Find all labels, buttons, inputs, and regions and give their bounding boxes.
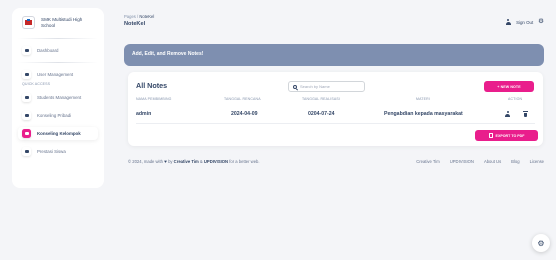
sidebar-item-konseling-kelompok[interactable]: Konseling Kelompok [18, 127, 98, 140]
school-logo-icon [22, 16, 35, 29]
gear-icon: ⚙ [537, 238, 545, 248]
sidebar-item-konseling-pribadi[interactable]: Konseling Pribadi [18, 109, 98, 122]
gear-icon[interactable]: ⚙ [538, 18, 544, 25]
footer-link-license[interactable]: License [530, 159, 544, 164]
sign-out-button[interactable]: Sign Out [516, 20, 533, 25]
brand-name-line1: SMK Multistudi High [41, 16, 83, 22]
edit-user-button[interactable] [505, 111, 511, 117]
footer-link-updivision[interactable]: UPDIVISION [450, 159, 474, 164]
footer-link-blog[interactable]: Blog [511, 159, 519, 164]
sidebar-item-label: Prestasi Siswa [37, 149, 66, 154]
column-header: NAMA PEMBIMBING [136, 97, 172, 101]
page-title: NoteKel [124, 21, 146, 27]
footer-creative-tim-link[interactable]: Creative Tim [174, 159, 199, 164]
cell-materi: Pengabdian kepada masyarakat [384, 111, 463, 117]
user-plus-icon [22, 70, 31, 79]
sidebar-item-label: Dashboard [37, 48, 59, 53]
breadcrumb-root[interactable]: Pages [124, 14, 136, 19]
column-header: TANGGAL REALISASI [302, 97, 340, 101]
brand-name: SMK Multistudi High School [41, 17, 82, 29]
sidebar: SMK Multistudi High School Dashboard Use… [12, 8, 104, 188]
export-pdf-button[interactable]: EXPORT TO PDF [475, 130, 538, 141]
sidebar-item-students-management[interactable]: Students Management [18, 91, 98, 104]
group-icon [22, 129, 31, 138]
footer-updivision-link[interactable]: UPDIVISION [204, 159, 228, 164]
user-edit-icon [505, 111, 512, 117]
footer-copyright: © 2024, made with ♥ by Creative Tim & UP… [128, 159, 260, 164]
brand[interactable]: SMK Multistudi High School [12, 8, 104, 35]
footer-link-about-us[interactable]: About Us [484, 159, 501, 164]
sidebar-item-label: Konseling Pribadi [37, 113, 72, 118]
search-placeholder: Search by Name [300, 84, 330, 89]
search-input[interactable]: Search by Name [288, 81, 365, 92]
column-header: MATERI [416, 97, 430, 101]
footer-amp: & [199, 159, 203, 164]
person-icon [22, 111, 31, 120]
banner-text: Add, Edit, and Remove Notes! [132, 51, 204, 57]
breadcrumb-current: NoteKel [139, 14, 155, 19]
heart-icon: ♥ [164, 159, 167, 164]
sidebar-item-user-management[interactable]: User Management [18, 68, 98, 81]
footer-link-creative-tim[interactable]: Creative Tim [416, 159, 440, 164]
notes-card: All Notes Search by Name + NEW NOTE NAMA… [128, 72, 543, 146]
breadcrumb: Pages / NoteKel [124, 14, 154, 19]
sidebar-divider [18, 62, 98, 63]
column-header: ACTION [508, 97, 523, 101]
cell-tanggal-realisasi: 0204-07-24 [308, 111, 335, 117]
brand-name-line2: School [41, 22, 56, 28]
footer-links: Creative Tim UPDIVISION About Us Blog Li… [416, 159, 544, 164]
user-icon [505, 19, 511, 25]
column-header: TANGGAL RENCANA [224, 97, 261, 101]
sidebar-item-dashboard[interactable]: Dashboard [18, 44, 98, 57]
sidebar-item-label: User Management [37, 72, 74, 77]
footer-prefix: © 2024, made with [128, 159, 163, 164]
delete-button[interactable] [523, 111, 529, 117]
section-label-quick-access: QUICK ACCESS [22, 82, 51, 86]
settings-fab[interactable]: ⚙ [532, 234, 550, 252]
trophy-icon [22, 147, 31, 156]
row-divider [136, 123, 535, 124]
sidebar-divider [18, 38, 98, 39]
export-pdf-label: EXPORT TO PDF [495, 133, 525, 138]
cell-tanggal-rencana: 2024-04-09 [231, 111, 258, 117]
sidebar-item-label: Konseling Kelompok [37, 131, 81, 136]
cell-pembimbing: admin [136, 111, 152, 117]
dashboard-icon [22, 46, 31, 55]
card-title: All Notes [136, 81, 168, 90]
trash-icon [523, 111, 528, 117]
list-icon [22, 93, 31, 102]
search-icon [293, 84, 297, 89]
footer-by: by [168, 159, 173, 164]
sidebar-item-label: Students Management [37, 95, 82, 100]
new-note-button[interactable]: + NEW NOTE [484, 81, 534, 92]
pdf-icon [488, 133, 493, 138]
footer-suffix: for a better web. [229, 159, 260, 164]
top-right-actions: Sign Out ⚙ [505, 18, 544, 25]
sidebar-item-prestasi-siswa[interactable]: Prestasi Siswa [18, 145, 98, 158]
banner: Add, Edit, and Remove Notes! [124, 44, 544, 66]
